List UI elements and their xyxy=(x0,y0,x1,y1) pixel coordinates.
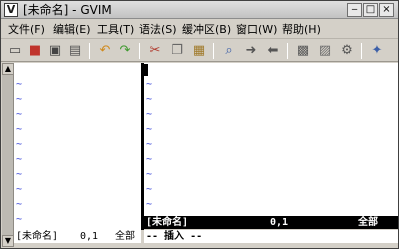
save-session-icon[interactable]: ▨ xyxy=(317,43,333,59)
copy-icon[interactable]: ❐ xyxy=(169,43,185,59)
status-position: 0,1 xyxy=(80,231,99,242)
toolbar-separator xyxy=(361,43,362,59)
empty-line-tilde: ~ xyxy=(146,154,153,165)
menu-help[interactable]: 帮助(H) xyxy=(282,22,321,37)
empty-line-tilde: ~ xyxy=(16,109,23,120)
menu-window[interactable]: 窗口(W) xyxy=(236,22,277,37)
empty-line-tilde: ~ xyxy=(146,199,153,210)
empty-line-tilde: ~ xyxy=(146,109,153,120)
vertical-scrollbar[interactable]: ▲ ▼ xyxy=(2,63,14,247)
empty-line-tilde: ~ xyxy=(16,199,23,210)
status-line-right-active: [未命名] 0,1 全部 xyxy=(144,216,398,229)
minimize-button[interactable]: ‒ xyxy=(347,3,362,17)
editor-pane-right[interactable]: ~ ~ ~ ~ ~ ~ ~ ~ ~ xyxy=(144,63,398,216)
empty-line-tilde: ~ xyxy=(16,214,23,225)
gvim-window: V [未命名] - GVIM ‒ □ × 文件(F) 编辑(E) 工具(T) 语… xyxy=(0,0,399,249)
empty-line-tilde: ~ xyxy=(16,184,23,195)
save-icon[interactable]: ■ xyxy=(27,43,43,59)
menu-tools[interactable]: 工具(T) xyxy=(97,22,134,37)
undo-icon[interactable]: ↶ xyxy=(97,43,113,59)
status-position: 0,1 xyxy=(270,217,289,228)
empty-line-tilde: ~ xyxy=(146,169,153,180)
status-scope: 全部 xyxy=(358,217,378,228)
title-bar[interactable]: V [未命名] - GVIM ‒ □ × xyxy=(1,1,398,19)
open-icon[interactable]: ▭ xyxy=(7,43,23,59)
empty-line-tilde: ~ xyxy=(16,79,23,90)
close-button[interactable]: × xyxy=(379,3,394,17)
toolbar-separator xyxy=(287,43,288,59)
redo-icon[interactable]: ↷ xyxy=(117,43,133,59)
make-icon[interactable]: ⚙ xyxy=(339,43,355,59)
status-filename: [未命名] xyxy=(146,217,189,228)
toolbar-separator xyxy=(213,43,214,59)
empty-line-tilde: ~ xyxy=(16,94,23,105)
insert-mode-label: -- 插入 -- xyxy=(146,231,203,242)
empty-line-tilde: ~ xyxy=(146,139,153,150)
empty-line-tilde: ~ xyxy=(16,139,23,150)
menu-edit[interactable]: 编辑(E) xyxy=(53,22,91,37)
mode-indicator-line: -- 插入 -- xyxy=(144,230,398,243)
menu-syntax[interactable]: 语法(S) xyxy=(139,22,177,37)
status-filename: [未命名] xyxy=(16,231,59,242)
toolbar-separator xyxy=(139,43,140,59)
forward-icon[interactable]: ➜ xyxy=(243,43,259,59)
text-cursor xyxy=(144,64,148,76)
empty-line-tilde: ~ xyxy=(16,154,23,165)
paste-icon[interactable]: ▦ xyxy=(191,43,207,59)
back-icon[interactable]: ⬅ xyxy=(265,43,281,59)
cut-icon[interactable]: ✂ xyxy=(147,43,163,59)
tags-icon[interactable]: ✦ xyxy=(369,43,385,59)
toolbar: ▭ ■ ▣ ▤ ↶ ↷ ✂ ❐ ▦ ⌕ ➜ ⬅ ▩ ▨ ⚙ ✦ xyxy=(1,40,398,62)
window-title: [未命名] - GVIM xyxy=(23,3,112,17)
editor-pane-left[interactable]: ~ ~ ~ ~ ~ ~ ~ ~ ~ ~ xyxy=(14,63,141,230)
save-all-icon[interactable]: ▣ xyxy=(47,43,63,59)
find-replace-icon[interactable]: ⌕ xyxy=(221,43,237,59)
menu-bar: 文件(F) 编辑(E) 工具(T) 语法(S) 缓冲区(B) 窗口(W) 帮助(… xyxy=(1,20,398,39)
maximize-button[interactable]: □ xyxy=(363,3,378,17)
menu-buffers[interactable]: 缓冲区(B) xyxy=(182,22,231,37)
scroll-up-arrow-icon[interactable]: ▲ xyxy=(2,63,14,75)
vim-logo-icon: V xyxy=(4,3,18,17)
empty-line-tilde: ~ xyxy=(16,169,23,180)
toolbar-separator xyxy=(89,43,90,59)
empty-line-tilde: ~ xyxy=(16,124,23,135)
status-scope: 全部 xyxy=(115,231,135,242)
status-line-left: [未命名] 0,1 全部 xyxy=(14,230,141,243)
scroll-down-arrow-icon[interactable]: ▼ xyxy=(2,235,14,247)
empty-line-tilde: ~ xyxy=(146,124,153,135)
menu-file[interactable]: 文件(F) xyxy=(8,22,45,37)
print-icon[interactable]: ▤ xyxy=(67,43,83,59)
empty-line-tilde: ~ xyxy=(146,94,153,105)
empty-line-tilde: ~ xyxy=(146,184,153,195)
load-session-icon[interactable]: ▩ xyxy=(295,43,311,59)
empty-line-tilde: ~ xyxy=(146,79,153,90)
